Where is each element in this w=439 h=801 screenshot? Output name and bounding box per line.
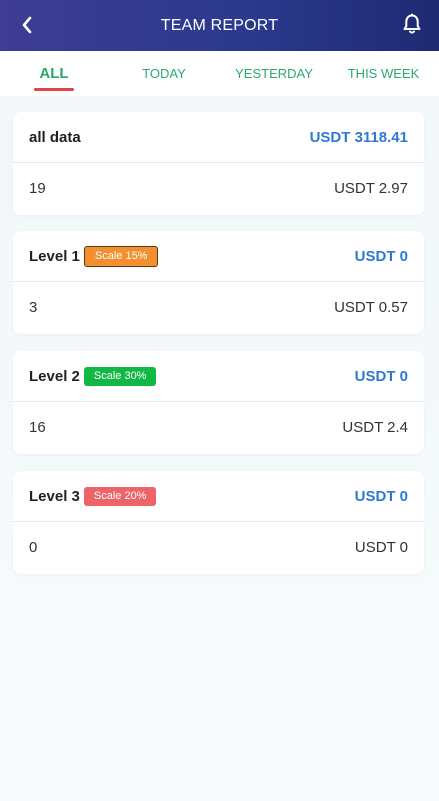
card-label: Level 1 (29, 247, 80, 265)
commission-amount: USDT 2.97 (334, 180, 408, 197)
scale-badge: Scale 20% (83, 486, 157, 506)
card-header: Level 3 Scale 20% USDT 0 (13, 471, 424, 522)
card-details: 19 USDT 2.97 (13, 163, 424, 214)
card-total: USDT 0 (354, 487, 408, 505)
card-details: 0 USDT 0 (13, 522, 424, 573)
tab-today[interactable]: TODAY (108, 51, 220, 96)
commission-amount: USDT 0.57 (334, 299, 408, 316)
card-label: Level 3 (29, 487, 80, 505)
chevron-left-icon (22, 16, 32, 34)
notifications-button[interactable] (401, 12, 423, 36)
scale-badge: Scale 15% (83, 245, 159, 267)
commission-amount: USDT 2.4 (342, 419, 408, 436)
card-label: Level 2 (29, 367, 80, 385)
card-total: USDT 0 (354, 247, 408, 265)
scale-badge: Scale 30% (83, 366, 157, 386)
card-label: all data (29, 128, 81, 146)
card-header: all data USDT 3118.41 (13, 112, 424, 163)
card-details: 16 USDT 2.4 (13, 402, 424, 453)
card-details: 3 USDT 0.57 (13, 282, 424, 333)
summary-card-level-3: Level 3 Scale 20% USDT 0 0 USDT 0 (13, 471, 424, 574)
tab-this-week[interactable]: THIS WEEK (328, 51, 439, 96)
app-header: TEAM REPORT (0, 0, 439, 51)
summary-card-level-1: Level 1 Scale 15% USDT 0 3 USDT 0.57 (13, 231, 424, 334)
tab-label: YESTERDAY (235, 66, 313, 81)
tab-label: TODAY (142, 66, 186, 81)
summary-card-level-2: Level 2 Scale 30% USDT 0 16 USDT 2.4 (13, 351, 424, 454)
period-tabs: ALL TODAY YESTERDAY THIS WEEK (0, 51, 439, 96)
member-count: 0 (29, 539, 38, 556)
page-title: TEAM REPORT (160, 16, 279, 34)
card-total: USDT 3118.41 (309, 128, 408, 146)
card-header: Level 2 Scale 30% USDT 0 (13, 351, 424, 402)
back-button[interactable] (16, 13, 38, 37)
member-count: 19 (29, 180, 46, 197)
card-header: Level 1 Scale 15% USDT 0 (13, 231, 424, 282)
card-total: USDT 0 (354, 367, 408, 385)
tab-all[interactable]: ALL (0, 51, 108, 96)
member-count: 16 (29, 419, 46, 436)
tab-label: THIS WEEK (347, 66, 420, 81)
tab-yesterday[interactable]: YESTERDAY (220, 51, 328, 96)
tab-label: ALL (39, 65, 69, 82)
commission-amount: USDT 0 (354, 539, 408, 556)
bell-icon (403, 13, 421, 34)
active-tab-indicator (34, 88, 74, 91)
member-count: 3 (29, 299, 38, 316)
summary-card-all: all data USDT 3118.41 19 USDT 2.97 (13, 112, 424, 215)
